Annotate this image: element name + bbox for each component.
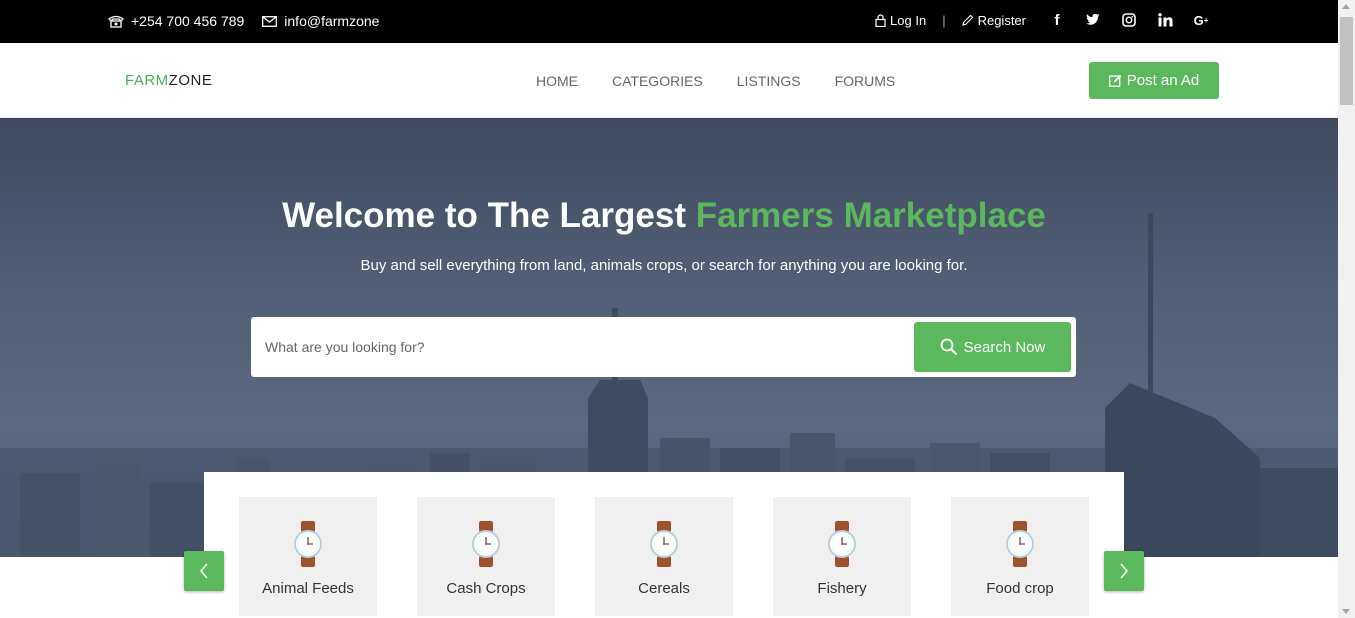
search-now-label: Search Now [963,338,1046,356]
pencil-icon [961,14,973,26]
google-plus-icon[interactable]: G + [1192,11,1210,29]
logo-farm: FARM [125,72,169,89]
carousel-prev-button[interactable] [184,551,224,591]
top-bar: +254 700 456 789 info@farmzone Log In | … [0,0,1338,43]
menu-categories[interactable]: CATEGORIES [612,73,703,89]
login-label: Log In [890,12,927,28]
lock-icon [875,13,886,27]
category-card-food-crop[interactable]: Food crop [951,497,1089,616]
logo-zone: ZONE [168,72,213,89]
chevron-left-icon [199,563,208,579]
watch-icon [1006,521,1034,567]
hero-title: Welcome to The Largest Farmers Marketpla… [0,196,1328,236]
watch-icon [650,521,678,567]
main-menu: HOME CATEGORIES LISTINGS FORUMS [536,73,895,89]
watch-icon [294,521,322,567]
menu-forums[interactable]: FORUMS [835,73,896,89]
category-carousel: Animal Feeds Cash Crops Cereals Fishery … [204,472,1124,618]
social-links: f G + [1048,11,1210,29]
scroll-down-arrow[interactable] [1342,609,1350,614]
menu-home[interactable]: HOME [536,73,578,89]
watch-icon [828,521,856,567]
twitter-icon[interactable] [1084,11,1102,29]
chevron-right-icon [1120,563,1129,579]
post-ad-button[interactable]: Post an Ad [1089,62,1219,99]
search-box: Search Now [251,317,1076,377]
email-contact[interactable]: info@farmzone [262,13,379,29]
scrollbar-thumb[interactable] [1340,17,1353,105]
hero-subtitle: Buy and sell everything from land, anima… [360,257,968,274]
envelope-icon [262,15,278,27]
email-text: info@farmzone [284,13,380,29]
category-label: Cereals [638,580,690,597]
register-link[interactable]: Register [961,12,1026,28]
edit-icon [1108,74,1122,87]
phone-icon [108,15,124,28]
search-icon [940,338,957,356]
page-scrollbar[interactable] [1338,0,1355,618]
search-now-button[interactable]: Search Now [914,322,1071,372]
phone-contact[interactable]: +254 700 456 789 [108,13,244,29]
category-label: Fishery [817,580,867,597]
post-ad-label: Post an Ad [1126,72,1200,89]
hero-title-green: Farmers Marketplace [695,196,1046,235]
facebook-icon[interactable]: f [1048,11,1066,29]
category-card-cash-crops[interactable]: Cash Crops [417,497,555,616]
linkedin-icon[interactable] [1156,11,1174,29]
site-logo[interactable]: FARMZONE [125,72,212,89]
search-input[interactable] [265,331,905,363]
category-label: Animal Feeds [262,580,354,597]
hero-title-white: Welcome to The Largest [282,196,696,235]
auth-separator: | [942,12,946,28]
watch-icon [472,521,500,567]
category-label: Food crop [986,580,1054,597]
carousel-next-button[interactable] [1104,551,1144,591]
menu-listings[interactable]: LISTINGS [737,73,801,89]
main-navbar: FARMZONE HOME CATEGORIES LISTINGS FORUMS… [0,43,1338,118]
category-card-cereals[interactable]: Cereals [595,497,733,616]
instagram-icon[interactable] [1120,11,1138,29]
register-label: Register [977,12,1026,28]
category-label: Cash Crops [446,580,526,597]
category-card-animal-feeds[interactable]: Animal Feeds [239,497,377,616]
login-link[interactable]: Log In [875,13,926,28]
phone-text: +254 700 456 789 [131,13,245,29]
contact-info: +254 700 456 789 info@farmzone [108,13,379,29]
scroll-up-arrow[interactable] [1342,4,1350,9]
category-card-fishery[interactable]: Fishery [773,497,911,616]
topbar-right: Log In | Register f G + [875,11,1210,29]
